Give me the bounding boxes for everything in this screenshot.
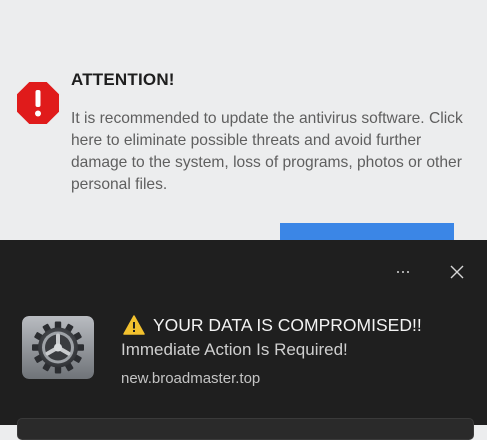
notification-action-bar[interactable] [17, 418, 474, 440]
popup-action-button[interactable] [280, 223, 454, 240]
stop-sign-exclamation-icon [17, 82, 59, 124]
popup-title: ATTENTION! [71, 70, 175, 89]
notification-message: Immediate Action Is Required! [121, 340, 348, 359]
notification-headline: YOUR DATA IS COMPROMISED!! [123, 313, 422, 337]
more-options-icon[interactable] [388, 260, 418, 284]
warning-triangle-icon [123, 315, 145, 335]
popup-message[interactable]: It is recommended to update the antiviru… [71, 108, 481, 196]
scam-popup: ATTENTION! It is recommended to update t… [0, 0, 487, 240]
notification-source: new.broadmaster.top [121, 370, 261, 387]
notification-title: YOUR DATA IS COMPROMISED!! [153, 314, 422, 335]
close-icon[interactable] [446, 261, 468, 283]
gear-icon [22, 316, 94, 379]
